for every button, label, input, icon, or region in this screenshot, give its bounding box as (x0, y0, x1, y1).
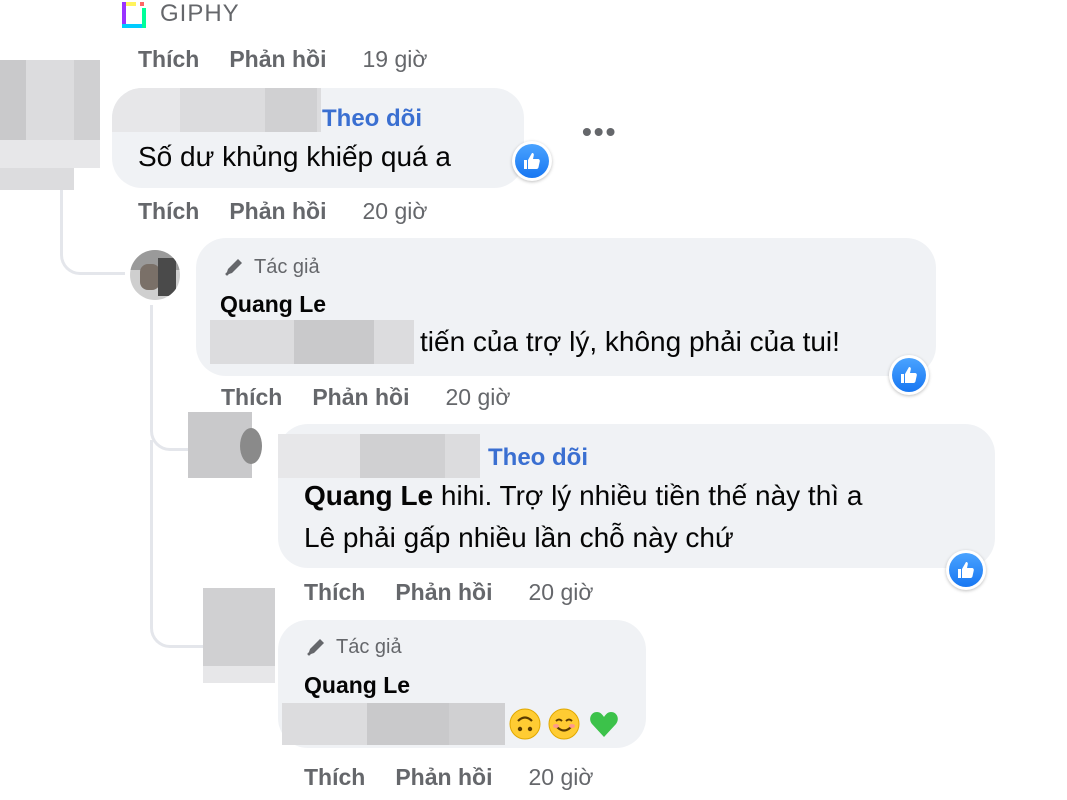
comment-text: Quang Le hihi. Trợ lý nhiều tiền thế này… (304, 474, 862, 518)
author-badge: Tác giả (304, 635, 402, 659)
like-reaction[interactable] (946, 550, 986, 590)
comment-text-line1: hihi. Trợ lý nhiều tiền thế này thì a (440, 480, 863, 511)
like-reaction[interactable] (512, 141, 552, 181)
comment-actions: Thích Phản hồi 20 giờ (221, 383, 510, 411)
reply-button[interactable]: Phản hồi (312, 383, 409, 411)
author-pen-icon (225, 259, 242, 276)
avatar-quang-le[interactable] (130, 250, 180, 300)
more-options-icon[interactable]: ••• (582, 118, 617, 146)
reply-bubble-author: Tác giả Quang Le tiến của trợ lý, không … (196, 238, 936, 376)
reply-bubble: Theo dõi Quang Le hihi. Trợ lý nhiều tiề… (278, 424, 995, 568)
green-heart-icon (590, 712, 618, 737)
author-badge-label: Tác giả (336, 635, 402, 658)
timestamp[interactable]: 20 giờ (528, 763, 593, 791)
thread-line (150, 305, 153, 385)
comment-bubble: Theo dõi Số dư khủng khiếp quá a (112, 88, 524, 188)
smiling-face-icon (548, 708, 580, 740)
reply-bubble-author: Tác giả Quang Le (278, 620, 646, 748)
reply-button[interactable]: Phản hồi (395, 763, 492, 791)
timestamp[interactable]: 20 giờ (362, 197, 427, 225)
reply-button[interactable]: Phản hồi (229, 45, 326, 73)
author-pen-icon (307, 639, 324, 656)
comment-actions: Thích Phản hồi 20 giờ (138, 197, 427, 225)
author-badge-label: Tác giả (254, 255, 320, 278)
mention-quang-le[interactable]: Quang Le (304, 480, 433, 511)
comment-actions: Thích Phản hồi 20 giờ (304, 578, 593, 606)
follow-button[interactable]: Theo dõi (488, 444, 588, 472)
like-button[interactable]: Thích (221, 383, 282, 411)
avatar-blurred[interactable] (0, 60, 100, 190)
giphy-logo-icon (122, 2, 146, 28)
like-button[interactable]: Thích (138, 45, 199, 73)
like-button[interactable]: Thích (138, 197, 199, 225)
giphy-label: GIPHY (160, 0, 240, 27)
comment-text: Số dư khủng khiếp quá a (138, 141, 451, 172)
author-badge: Tác giả (222, 255, 320, 279)
comment-actions-top: Thích Phản hồi 19 giờ (138, 45, 427, 73)
commenter-name[interactable]: Quang Le (220, 291, 326, 318)
comment-text-line2: Lê phải gấp nhiều lần chỗ này chứ (304, 522, 734, 553)
avatar-blurred[interactable] (188, 412, 262, 478)
comment-actions: Thích Phản hồi 20 giờ (304, 763, 593, 791)
like-button[interactable]: Thích (304, 763, 365, 791)
like-icon (524, 153, 540, 169)
emoji-row (506, 708, 620, 740)
avatar-blurred[interactable] (203, 588, 275, 683)
upside-down-face-icon (509, 708, 541, 740)
follow-button[interactable]: Theo dõi (322, 105, 422, 133)
like-icon (901, 367, 917, 383)
commenter-name[interactable]: Quang Le (304, 672, 410, 699)
like-icon (958, 562, 974, 578)
timestamp[interactable]: 19 giờ (362, 45, 427, 73)
like-reaction[interactable] (889, 355, 929, 395)
reply-button[interactable]: Phản hồi (229, 197, 326, 225)
timestamp[interactable]: 20 giờ (528, 578, 593, 606)
thread-line (60, 190, 125, 275)
like-button[interactable]: Thích (304, 578, 365, 606)
comment-text: tiến của trợ lý, không phải của tui! (420, 326, 840, 357)
reply-button[interactable]: Phản hồi (395, 578, 492, 606)
timestamp[interactable]: 20 giờ (445, 383, 510, 411)
